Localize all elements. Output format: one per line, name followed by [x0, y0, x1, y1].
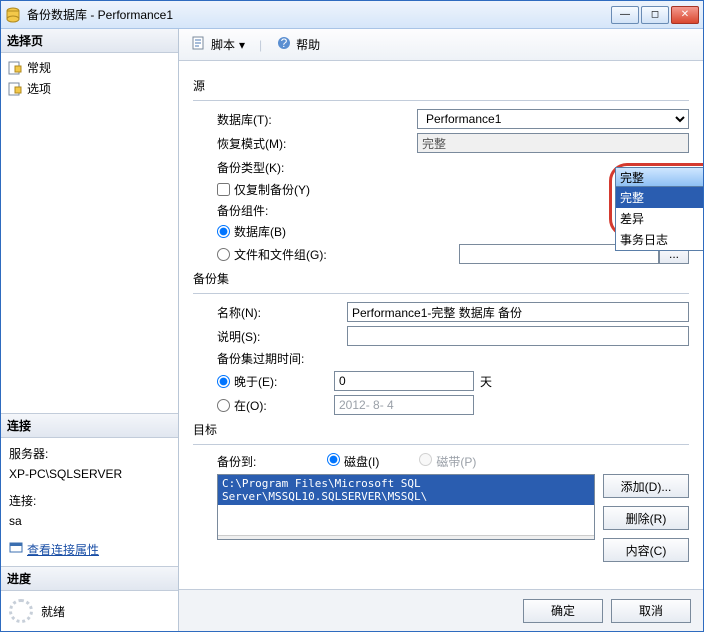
expire-after-days[interactable] — [334, 371, 474, 391]
horizontal-scrollbar[interactable] — [218, 535, 594, 540]
expire-on-label: 在(O): — [234, 397, 334, 414]
page-options[interactable]: 选项 — [7, 78, 172, 99]
copy-only-label: 仅复制备份(Y) — [234, 181, 310, 198]
minimize-button[interactable]: — — [611, 6, 639, 24]
toolbar: 脚本 ▾ | ? 帮助 — [179, 29, 703, 61]
days-unit: 天 — [480, 373, 492, 390]
content-area: 源 数据库(T): Performance1 恢复模式(M): 备份类型(K): — [179, 61, 703, 589]
backup-component-label: 备份组件: — [217, 202, 417, 219]
expire-on-date — [334, 395, 474, 415]
name-label: 名称(N): — [217, 304, 347, 321]
view-connection-properties-label: 查看连接属性 — [27, 540, 99, 560]
component-database-label: 数据库(B) — [234, 223, 286, 240]
description-label: 说明(S): — [217, 328, 347, 345]
copy-only-checkbox[interactable] — [217, 183, 230, 196]
backup-dialog: 备份数据库 - Performance1 — ◻ ✕ 选择页 常规 选项 — [0, 0, 704, 632]
expire-on-radio[interactable] — [217, 399, 230, 412]
connection-content: 服务器: XP-PC\SQLSERVER 连接: sa 查看连接属性 — [1, 438, 178, 566]
progress-panel: 进度 就绪 — [1, 566, 178, 631]
recovery-model-label: 恢复模式(M): — [217, 135, 417, 152]
database-label: 数据库(T): — [217, 111, 417, 128]
dialog-footer: 确定 取消 — [179, 589, 703, 631]
source-section: 源 — [193, 77, 689, 94]
sidebar: 选择页 常规 选项 连接 服务器: XP-PC\SQLSERVER — [1, 29, 179, 631]
help-label: 帮助 — [296, 36, 320, 53]
page-list: 常规 选项 — [1, 53, 178, 103]
name-field[interactable] — [347, 302, 689, 322]
help-icon: ? — [276, 35, 292, 54]
page-general[interactable]: 常规 — [7, 57, 172, 78]
link-icon — [9, 540, 23, 560]
page-options-label: 选项 — [27, 80, 51, 97]
remove-button[interactable]: 删除(R) — [603, 506, 689, 530]
component-database-radio[interactable] — [217, 225, 230, 238]
expire-after-label: 晚于(E): — [234, 373, 334, 390]
recovery-model-field — [417, 133, 689, 153]
ok-button[interactable]: 确定 — [523, 599, 603, 623]
server-value: XP-PC\SQLSERVER — [9, 464, 170, 484]
destination-section: 目标 — [193, 421, 689, 438]
backup-type-option-diff[interactable]: 差异 — [616, 208, 703, 229]
connection-panel: 连接 服务器: XP-PC\SQLSERVER 连接: sa 查看连接属性 — [1, 413, 178, 566]
database-select[interactable]: Performance1 — [417, 109, 689, 129]
add-button[interactable]: 添加(D)... — [603, 474, 689, 498]
progress-header: 进度 — [1, 567, 178, 591]
backup-type-label: 备份类型(K): — [217, 159, 417, 176]
backup-type-option-log[interactable]: 事务日志 — [616, 229, 703, 250]
close-button[interactable]: ✕ — [671, 6, 699, 24]
main-panel: 脚本 ▾ | ? 帮助 源 数据库(T): Performance1 — [179, 29, 703, 631]
connection-label: 连接: — [9, 491, 170, 511]
progress-spinner-icon — [9, 599, 33, 623]
backup-type-option-full[interactable]: 完整 — [616, 187, 703, 208]
page-icon — [7, 60, 23, 76]
component-filegroup-radio[interactable] — [217, 248, 230, 261]
contents-button[interactable]: 内容(C) — [603, 538, 689, 562]
maximize-button[interactable]: ◻ — [641, 6, 669, 24]
script-button[interactable]: 脚本 ▾ — [187, 33, 249, 56]
description-field[interactable] — [347, 326, 689, 346]
script-icon — [191, 35, 207, 54]
help-button[interactable]: ? 帮助 — [272, 33, 324, 56]
dropdown-arrow-icon: ▾ — [239, 38, 245, 52]
component-filegroup-label: 文件和文件组(G): — [234, 246, 327, 263]
backupset-section: 备份集 — [193, 270, 689, 287]
backup-type-dropdown[interactable]: 完整 ▼ 完整 差异 事务日志 — [615, 167, 703, 251]
destination-path-item[interactable]: C:\Program Files\Microsoft SQL Server\MS… — [218, 475, 594, 505]
connection-value: sa — [9, 511, 170, 531]
expire-after-radio[interactable] — [217, 375, 230, 388]
window-buttons: — ◻ ✕ — [611, 6, 699, 24]
page-general-label: 常规 — [27, 59, 51, 76]
svg-text:?: ? — [281, 36, 288, 50]
dest-disk-radio[interactable] — [327, 453, 340, 466]
dest-tape-label: 磁带(P) — [436, 455, 476, 469]
select-page-header: 选择页 — [1, 29, 178, 53]
dest-tape-radio — [419, 453, 432, 466]
page-icon — [7, 81, 23, 97]
backup-type-options: 完整 差异 事务日志 — [615, 187, 703, 251]
window-title: 备份数据库 - Performance1 — [27, 6, 611, 23]
view-connection-properties-link[interactable]: 查看连接属性 — [9, 540, 99, 560]
expire-label: 备份集过期时间: — [217, 350, 417, 367]
connection-header: 连接 — [1, 414, 178, 438]
cancel-button[interactable]: 取消 — [611, 599, 691, 623]
destination-list[interactable]: C:\Program Files\Microsoft SQL Server\MS… — [217, 474, 595, 540]
backup-type-selected[interactable]: 完整 ▼ — [615, 167, 703, 187]
script-label: 脚本 — [211, 36, 235, 53]
db-icon — [5, 7, 21, 23]
dialog-body: 选择页 常规 选项 连接 服务器: XP-PC\SQLSERVER — [1, 29, 703, 631]
dest-disk-label: 磁盘(I) — [344, 455, 379, 469]
backup-type-selected-label: 完整 — [620, 169, 644, 186]
backup-to-label: 备份到: — [217, 453, 327, 470]
select-page-label: 选择页 — [7, 34, 43, 48]
server-label: 服务器: — [9, 444, 170, 464]
titlebar: 备份数据库 - Performance1 — ◻ ✕ — [1, 1, 703, 29]
progress-status: 就绪 — [41, 603, 65, 620]
